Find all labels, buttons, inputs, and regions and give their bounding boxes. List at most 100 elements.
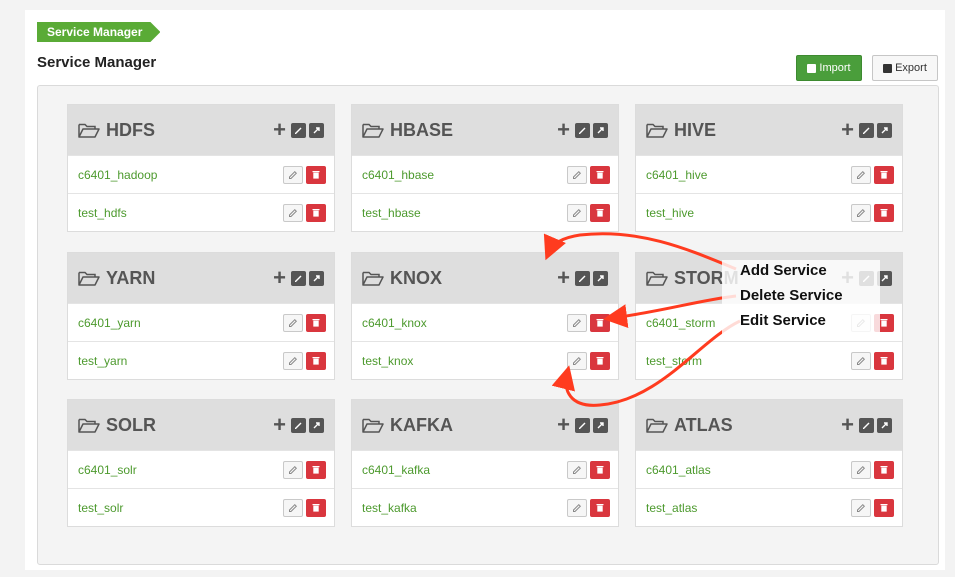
delete-service-button[interactable] bbox=[306, 313, 326, 332]
service-link[interactable]: test_atlas bbox=[646, 501, 851, 515]
edit-service-type-icon[interactable] bbox=[575, 270, 590, 286]
export-service-type-icon[interactable] bbox=[593, 417, 608, 433]
edit-service-type-icon[interactable] bbox=[859, 417, 874, 433]
service-link[interactable]: test_knox bbox=[362, 354, 567, 368]
delete-service-button[interactable] bbox=[874, 165, 894, 184]
edit-service-type-icon[interactable] bbox=[575, 122, 590, 138]
export-service-type-icon[interactable] bbox=[309, 417, 324, 433]
edit-icon bbox=[857, 356, 866, 365]
add-service-icon[interactable]: + bbox=[841, 414, 854, 436]
service-link[interactable]: test_hive bbox=[646, 206, 851, 220]
service-link[interactable]: c6401_yarn bbox=[78, 316, 283, 330]
delete-service-button[interactable] bbox=[590, 203, 610, 222]
service-link[interactable]: c6401_hbase bbox=[362, 168, 567, 182]
page-title: Service Manager bbox=[37, 54, 157, 71]
add-service-icon[interactable]: + bbox=[557, 414, 570, 436]
edit-service-button[interactable] bbox=[283, 203, 303, 222]
export-button-label: Export bbox=[895, 62, 927, 74]
delete-service-button[interactable] bbox=[306, 203, 326, 222]
add-service-icon[interactable]: + bbox=[273, 267, 286, 289]
edit-service-button[interactable] bbox=[283, 498, 303, 517]
export-service-type-icon[interactable] bbox=[309, 270, 324, 286]
edit-service-button[interactable] bbox=[567, 313, 587, 332]
export-service-type-icon[interactable] bbox=[593, 270, 608, 286]
edit-service-button[interactable] bbox=[283, 313, 303, 332]
edit-service-button[interactable] bbox=[851, 498, 871, 517]
delete-service-button[interactable] bbox=[874, 351, 894, 370]
service-actions: + bbox=[841, 119, 892, 141]
export-service-type-icon[interactable] bbox=[593, 122, 608, 138]
service-link[interactable]: test_solr bbox=[78, 501, 283, 515]
delete-service-button[interactable] bbox=[874, 498, 894, 517]
service-actions: + bbox=[841, 414, 892, 436]
service-link[interactable]: test_storm bbox=[646, 354, 851, 368]
service-link[interactable]: test_kafka bbox=[362, 501, 567, 515]
delete-service-button[interactable] bbox=[874, 460, 894, 479]
delete-service-button[interactable] bbox=[306, 351, 326, 370]
edit-service-button[interactable] bbox=[567, 165, 587, 184]
service-link[interactable]: c6401_hive bbox=[646, 168, 851, 182]
service-row: c6401_atlas bbox=[636, 450, 902, 488]
edit-service-button[interactable] bbox=[283, 165, 303, 184]
folder-open-icon bbox=[646, 271, 668, 286]
edit-service-button[interactable] bbox=[567, 498, 587, 517]
delete-service-button[interactable] bbox=[590, 313, 610, 332]
service-link[interactable]: c6401_hadoop bbox=[78, 168, 283, 182]
edit-service-button[interactable] bbox=[567, 460, 587, 479]
service-card-header: KNOX + bbox=[352, 253, 618, 303]
delete-service-button[interactable] bbox=[590, 460, 610, 479]
delete-service-button[interactable] bbox=[590, 165, 610, 184]
trash-icon bbox=[596, 209, 604, 217]
add-service-icon[interactable]: + bbox=[557, 267, 570, 289]
add-service-icon[interactable]: + bbox=[273, 414, 286, 436]
edit-service-button[interactable] bbox=[283, 351, 303, 370]
edit-service-button[interactable] bbox=[851, 351, 871, 370]
edit-service-type-icon[interactable] bbox=[291, 270, 306, 286]
service-link[interactable]: c6401_solr bbox=[78, 463, 283, 477]
export-service-type-icon[interactable] bbox=[309, 122, 324, 138]
breadcrumb[interactable]: Service Manager bbox=[37, 22, 160, 42]
edit-icon bbox=[289, 356, 298, 365]
service-link[interactable]: c6401_atlas bbox=[646, 463, 851, 477]
add-service-icon[interactable]: + bbox=[273, 119, 286, 141]
delete-service-button[interactable] bbox=[590, 498, 610, 517]
edit-service-button[interactable] bbox=[851, 460, 871, 479]
service-actions: + bbox=[557, 119, 608, 141]
edit-service-button[interactable] bbox=[567, 351, 587, 370]
service-type-name: HIVE bbox=[674, 119, 717, 140]
service-link[interactable]: test_yarn bbox=[78, 354, 283, 368]
edit-service-type-icon[interactable] bbox=[859, 122, 874, 138]
edit-service-button[interactable] bbox=[283, 460, 303, 479]
delete-service-button[interactable] bbox=[874, 203, 894, 222]
import-button[interactable]: Import bbox=[796, 55, 862, 81]
delete-service-button[interactable] bbox=[590, 351, 610, 370]
trash-icon bbox=[880, 357, 888, 365]
edit-service-button[interactable] bbox=[567, 203, 587, 222]
trash-icon bbox=[880, 504, 888, 512]
edit-service-type-icon[interactable] bbox=[291, 122, 306, 138]
service-link[interactable]: c6401_kafka bbox=[362, 463, 567, 477]
export-button[interactable]: Export bbox=[872, 55, 938, 81]
edit-icon bbox=[857, 170, 866, 179]
edit-icon bbox=[857, 208, 866, 217]
trash-icon bbox=[880, 171, 888, 179]
add-service-icon[interactable]: + bbox=[841, 119, 854, 141]
add-service-icon[interactable]: + bbox=[557, 119, 570, 141]
delete-service-button[interactable] bbox=[306, 460, 326, 479]
edit-service-type-icon[interactable] bbox=[575, 417, 590, 433]
export-service-type-icon[interactable] bbox=[877, 417, 892, 433]
service-row: test_hdfs bbox=[68, 193, 334, 231]
delete-service-button[interactable] bbox=[306, 498, 326, 517]
edit-service-button[interactable] bbox=[851, 203, 871, 222]
service-link[interactable]: c6401_knox bbox=[362, 316, 567, 330]
delete-service-button[interactable] bbox=[306, 165, 326, 184]
service-link[interactable]: test_hdfs bbox=[78, 206, 283, 220]
edit-icon bbox=[573, 208, 582, 217]
edit-service-type-icon[interactable] bbox=[291, 417, 306, 433]
folder-open-icon bbox=[78, 418, 100, 433]
service-type-name: HDFS bbox=[106, 119, 155, 140]
import-button-label: Import bbox=[819, 62, 851, 74]
edit-service-button[interactable] bbox=[851, 165, 871, 184]
service-link[interactable]: test_hbase bbox=[362, 206, 567, 220]
export-service-type-icon[interactable] bbox=[877, 122, 892, 138]
